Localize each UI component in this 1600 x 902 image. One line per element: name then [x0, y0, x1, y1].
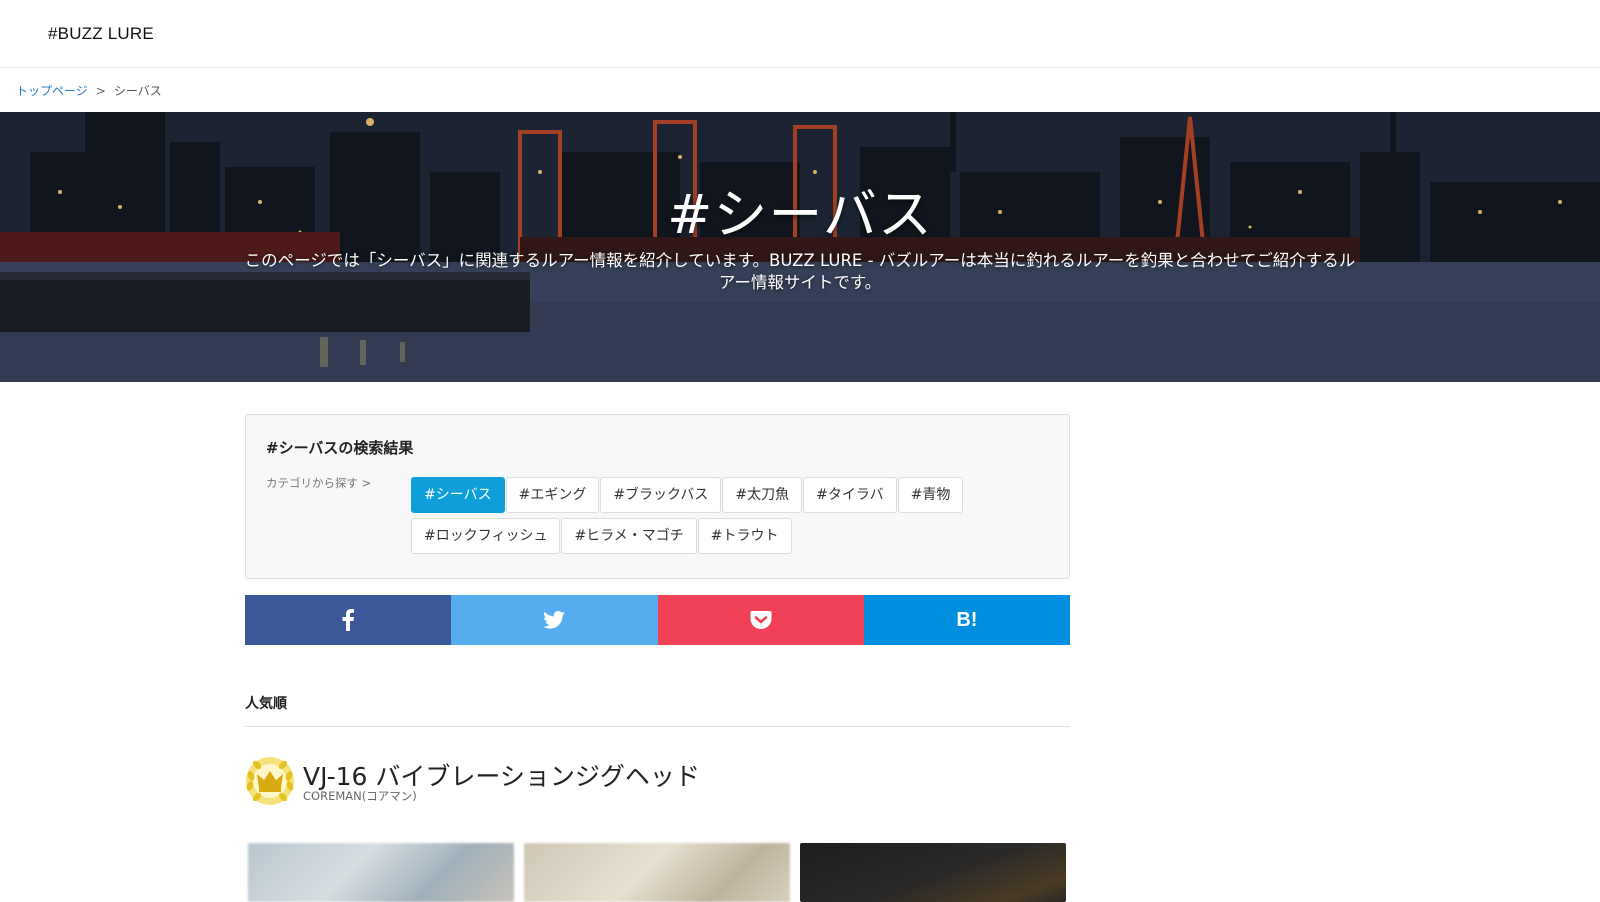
category-label: カテゴリから探す > — [266, 476, 372, 490]
product-thumbnail[interactable] — [524, 843, 790, 902]
twitter-icon — [543, 611, 566, 629]
category-tag[interactable]: #ロックフィッシュ — [411, 518, 561, 554]
hatena-bookmark-share-button[interactable]: B! — [863, 595, 1070, 645]
product-thumbnail[interactable] — [248, 843, 514, 902]
category-tag[interactable]: #ヒラメ・マゴチ — [561, 518, 697, 554]
category-tag[interactable]: #青物 — [897, 477, 964, 513]
hero-title: #シーバス — [667, 183, 933, 246]
category-tag[interactable]: #トラウト — [697, 518, 792, 554]
breadcrumb-current: シーバス — [113, 84, 162, 98]
product-thumbnail-row — [248, 843, 1066, 902]
divider — [245, 726, 1070, 727]
breadcrumb-home-link[interactable]: トップページ — [16, 84, 88, 98]
breadcrumb-separator: > — [95, 84, 106, 98]
sort-heading: 人気順 — [245, 696, 287, 712]
site-header: #BUZZ LURE — [0, 0, 1600, 68]
category-tag-list: #シーバス #エギング #ブラックバス #太刀魚 #タイラバ #青物 #ロックフィッシュ #ヒ… — [411, 477, 1011, 559]
hero-banner: #シーバス このページでは「シーバス」に関連するルアー情報を紹介しています。BU… — [0, 112, 1600, 382]
category-tag[interactable]: #ブラックバス — [600, 477, 722, 513]
facebook-share-button[interactable] — [245, 595, 452, 645]
category-tag[interactable]: #タイラバ — [803, 477, 897, 513]
category-tag[interactable]: #シーバス — [411, 477, 505, 513]
twitter-share-button[interactable] — [451, 595, 658, 645]
hero-description: このページでは「シーバス」に関連するルアー情報を紹介しています。BUZZ LUR… — [244, 251, 1356, 292]
pocket-icon — [750, 611, 772, 629]
category-tag[interactable]: #エギング — [505, 477, 600, 513]
search-result-box: #シーバスの検索結果 カテゴリから探す > #シーバス #エギング #ブラックバス #… — [245, 414, 1070, 579]
gold-crown-icon — [246, 757, 294, 805]
product-maker: COREMAN(コアマン) — [303, 789, 417, 803]
site-logo[interactable]: #BUZZ LURE — [48, 24, 154, 44]
breadcrumb: トップページ > シーバス — [16, 82, 162, 99]
category-tag[interactable]: #太刀魚 — [722, 477, 803, 513]
facebook-icon — [342, 609, 355, 631]
share-bar: B! — [245, 595, 1070, 645]
hatena-bookmark-icon: B! — [956, 608, 978, 631]
pocket-share-button[interactable] — [657, 595, 864, 645]
product-thumbnail[interactable] — [800, 843, 1066, 902]
search-result-title: #シーバスの検索結果 — [266, 439, 414, 457]
